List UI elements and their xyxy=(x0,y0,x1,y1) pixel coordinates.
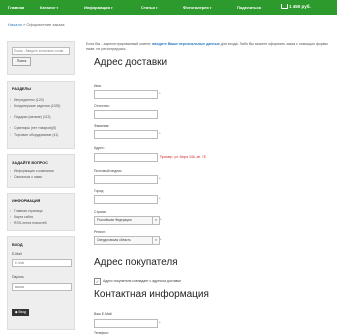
last-name-input[interactable] xyxy=(94,130,158,139)
breadcrumb-separator: » xyxy=(23,22,26,27)
region-select[interactable]: Свердловская область ▾ xyxy=(94,236,160,245)
nav-item-info[interactable]: Информация▾ xyxy=(84,5,112,10)
login-prompt-link[interactable]: введите Ваши персональные данные xyxy=(152,42,220,46)
delivery-heading: Адрес доставки xyxy=(94,57,168,68)
intro-text: Если Вы - зарегистрированный клиент, вве… xyxy=(86,42,328,51)
country-label: Страна: xyxy=(94,210,107,214)
nav-item-gallery[interactable]: Фотогалерея▾ xyxy=(183,5,211,10)
section-link[interactable]: Сувениры (нет товаров)(5) xyxy=(10,126,56,130)
address-hint: Пример: ул. Мира 346, кв. 78 xyxy=(160,155,206,159)
middle-name-input[interactable] xyxy=(94,110,158,119)
chevron-down-icon: ▾ xyxy=(209,6,212,10)
login-password-input[interactable]: •••••••• xyxy=(12,283,72,291)
info-link[interactable]: Карта сайта xyxy=(10,215,33,219)
region-label: Регион: xyxy=(94,230,106,234)
info-link[interactable]: RSS-лента новостей xyxy=(10,221,47,225)
login-panel: ВХОД E-Mail E-Mail Пароль •••••••• ◆ Вхо… xyxy=(7,236,75,330)
same-address-label: Адрес покупателя совпадает с адресом дос… xyxy=(103,279,181,283)
search-input[interactable]: Поиск - Введите ключевые слова xyxy=(12,47,70,55)
first-name-label: Имя: xyxy=(94,84,102,88)
section-link[interactable]: Кондитерские изделия (1025) xyxy=(10,104,70,108)
ask-title: ЗАДАЙТЕ ВОПРОС xyxy=(12,161,48,165)
contact-phone-label: Телефон: xyxy=(94,331,110,335)
same-address-checkbox[interactable]: ✓ xyxy=(94,278,101,285)
contact-email-input[interactable] xyxy=(94,319,158,328)
chevron-down-icon: ▾ xyxy=(155,6,158,10)
chevron-down-icon: ▾ xyxy=(110,6,113,10)
ask-panel: ЗАДАЙТЕ ВОПРОС Информация о компании Свя… xyxy=(7,154,75,188)
breadcrumb-current: Оформление заказа xyxy=(26,22,65,27)
contact-heading: Контактная информация xyxy=(94,289,209,300)
chevron-down-icon: ▾ xyxy=(56,6,59,10)
required-icon: * xyxy=(159,131,161,136)
last-name-label: Фамилия: xyxy=(94,124,110,128)
info-link[interactable]: Главная страница xyxy=(10,209,43,213)
breadcrumb: Начало » Оформление заказа xyxy=(8,22,65,27)
address-label: Адрес: xyxy=(94,146,105,150)
cart-icon xyxy=(281,4,288,10)
login-email-input[interactable]: E-Mail xyxy=(12,259,72,267)
section-link[interactable]: Торговое оборудование (41) xyxy=(10,133,58,137)
top-nav: Главная Каталог▾ Информация▾ Статьи▾ Фот… xyxy=(0,0,337,15)
first-name-input[interactable] xyxy=(94,90,158,99)
required-icon: * xyxy=(159,176,161,181)
chevron-down-icon: ▾ xyxy=(152,217,159,224)
nav-item-home[interactable]: Главная xyxy=(8,5,24,10)
nav-item-catalog[interactable]: Каталог▾ xyxy=(40,5,58,10)
required-icon: * xyxy=(159,320,161,325)
ask-link[interactable]: Информация о компании xyxy=(10,169,54,173)
info-panel: ИНФОРМАЦИЯ Главная страница Карта сайта … xyxy=(7,193,75,231)
login-password-label: Пароль xyxy=(12,275,24,279)
section-link[interactable]: Подарки (мелкие) (113) xyxy=(10,115,70,119)
required-icon: * xyxy=(159,91,161,96)
postcode-input[interactable] xyxy=(94,175,158,184)
contact-email-label: Ваш E-Mail: xyxy=(94,312,113,316)
required-icon: * xyxy=(160,237,162,242)
info-title: ИНФОРМАЦИЯ xyxy=(12,199,41,203)
search-button[interactable]: Поиск xyxy=(12,57,31,66)
nav-item-articles[interactable]: Статьи▾ xyxy=(141,5,157,10)
breadcrumb-home[interactable]: Начало xyxy=(8,22,22,27)
city-label: Город: xyxy=(94,189,105,193)
middle-name-label: Отчество: xyxy=(94,104,110,108)
chevron-down-icon: ▾ xyxy=(152,237,159,244)
required-icon: * xyxy=(159,196,161,201)
search-panel: Поиск - Введите ключевые слова Поиск xyxy=(7,41,75,75)
login-button[interactable]: ◆ Вход xyxy=(12,309,29,316)
city-input[interactable] xyxy=(94,195,158,204)
buyer-heading: Адрес покупателя xyxy=(94,257,178,268)
address-input[interactable] xyxy=(94,153,158,162)
postcode-label: Почтовый индекс: xyxy=(94,169,123,173)
login-email-label: E-Mail xyxy=(12,252,22,256)
sections-panel: РАЗДЕЛЫ Ингредиенты (120) Кондитерские и… xyxy=(7,81,75,149)
country-select[interactable]: Российская Федерация ▾ xyxy=(94,216,160,225)
login-title: ВХОД xyxy=(12,243,23,247)
ask-link[interactable]: Связаться с нами xyxy=(10,175,42,179)
nav-item-share[interactable]: Поделиться xyxy=(237,5,261,10)
cart-link[interactable]: 1 450 руб. xyxy=(281,4,311,10)
section-link[interactable]: Ингредиенты (120) xyxy=(10,98,44,102)
sections-title: РАЗДЕЛЫ xyxy=(12,87,31,91)
required-icon: * xyxy=(160,217,162,222)
